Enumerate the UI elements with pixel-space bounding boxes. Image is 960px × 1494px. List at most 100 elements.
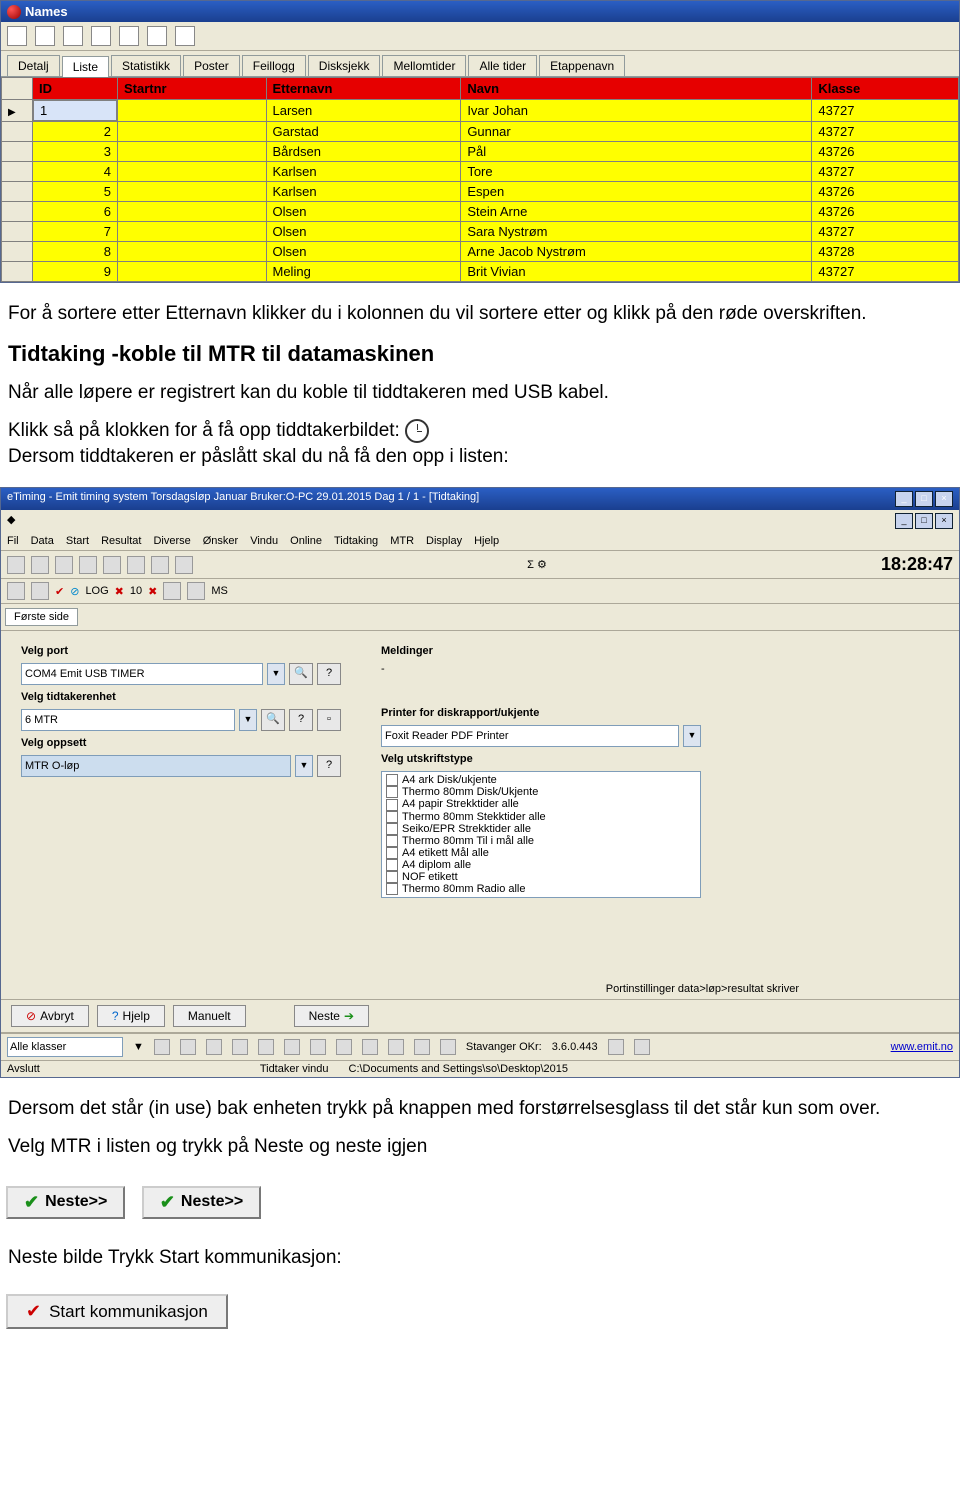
col-etternavn[interactable]: Etternavn (266, 78, 461, 100)
help-icon[interactable]: ? (317, 663, 341, 685)
status-icon[interactable] (180, 1039, 196, 1055)
print-icon[interactable] (35, 26, 55, 46)
extra-icon[interactable]: ▫ (317, 709, 341, 731)
chevron-down-icon[interactable]: ▼ (683, 725, 701, 747)
table-row[interactable]: 5KarlsenEspen43726 (2, 182, 959, 202)
chevron-down-icon[interactable]: ▼ (133, 1041, 144, 1053)
oppsett-select[interactable] (21, 755, 291, 777)
manuelt-button[interactable]: Manuelt (173, 1005, 246, 1027)
list-item[interactable]: Thermo 80mm Til i mål alle (384, 835, 698, 847)
mdi-max-icon[interactable]: □ (915, 513, 933, 529)
klasser-select[interactable] (7, 1037, 123, 1057)
table-row[interactable]: 7OlsenSara Nystrøm43727 (2, 222, 959, 242)
tab-detalj[interactable]: Detalj (7, 55, 60, 76)
tab-mellomtider[interactable]: Mellomtider (382, 55, 466, 76)
hjelp-button[interactable]: ?Hjelp (97, 1005, 165, 1027)
tab-etappenavn[interactable]: Etappenavn (539, 55, 625, 76)
table-row[interactable]: 9MelingBrit Vivian43727 (2, 262, 959, 282)
menu-display[interactable]: Display (426, 535, 462, 547)
menu-fil[interactable]: Fil (7, 535, 19, 547)
table-row[interactable]: 4KarlsenTore43727 (2, 162, 959, 182)
status-icon[interactable] (154, 1039, 170, 1055)
status-icon[interactable] (284, 1039, 300, 1055)
table-row[interactable]: 2GarstadGunnar43727 (2, 122, 959, 142)
status-icon[interactable] (206, 1039, 222, 1055)
list-item[interactable]: A4 diplom alle (384, 859, 698, 871)
list-item[interactable]: Thermo 80mm Radio alle (384, 883, 698, 895)
tb-icon[interactable] (187, 582, 205, 600)
table-row[interactable]: 8OlsenArne Jacob Nystrøm43728 (2, 242, 959, 262)
list-item[interactable]: Seiko/EPR Strekktider alle (384, 823, 698, 835)
list-item[interactable]: A4 ark Disk/ukjente (384, 774, 698, 786)
card-icon[interactable] (63, 26, 83, 46)
magnify-icon[interactable]: 🔍 (261, 709, 285, 731)
status-icon[interactable] (634, 1039, 650, 1055)
utskrift-list[interactable]: A4 ark Disk/ukjenteThermo 80mm Disk/Ukje… (381, 771, 701, 898)
help-icon[interactable]: ? (289, 709, 313, 731)
enhet-select[interactable] (21, 709, 235, 731)
status-icon[interactable] (388, 1039, 404, 1055)
menu-diverse[interactable]: Diverse (153, 535, 190, 547)
tb-icon[interactable] (79, 556, 97, 574)
tb-icon[interactable] (7, 556, 25, 574)
tb-icon[interactable] (175, 556, 193, 574)
tab-poster[interactable]: Poster (183, 55, 240, 76)
tb-icon[interactable] (31, 582, 49, 600)
list-item[interactable]: A4 papir Strekktider alle (384, 798, 698, 810)
menu-data[interactable]: Data (31, 535, 54, 547)
neste-button-1[interactable]: ✔Neste>> (6, 1186, 125, 1219)
tb-icon[interactable] (7, 582, 25, 600)
tab-disksjekk[interactable]: Disksjekk (308, 55, 381, 76)
mdi-close-icon[interactable]: × (935, 513, 953, 529)
emit-link[interactable]: www.emit.no (891, 1041, 953, 1053)
tab-alle tider[interactable]: Alle tider (468, 55, 537, 76)
status-icon[interactable] (362, 1039, 378, 1055)
table-row[interactable]: 1LarsenIvar Johan43727 (2, 100, 959, 122)
printer-select[interactable] (381, 725, 679, 747)
tab-first-page[interactable]: Første side (5, 608, 78, 626)
tb-icon[interactable] (127, 556, 145, 574)
save-icon[interactable] (7, 26, 27, 46)
chevron-down-icon[interactable]: ▼ (267, 663, 285, 685)
list-item[interactable]: A4 etikett Mål alle (384, 847, 698, 859)
tb-log[interactable]: LOG (85, 585, 108, 597)
menu-online[interactable]: Online (290, 535, 322, 547)
status-icon[interactable] (232, 1039, 248, 1055)
chevron-down-icon[interactable]: ▼ (239, 709, 257, 731)
tb-icon[interactable] (103, 556, 121, 574)
menu-tidtaking[interactable]: Tidtaking (334, 535, 378, 547)
status-icon[interactable] (258, 1039, 274, 1055)
menu-vindu[interactable]: Vindu (250, 535, 278, 547)
col-startnr[interactable]: Startnr (118, 78, 267, 100)
status-icon[interactable] (440, 1039, 456, 1055)
maximize-icon[interactable]: □ (915, 491, 933, 507)
menu-resultat[interactable]: Resultat (101, 535, 141, 547)
col-klasse[interactable]: Klasse (812, 78, 959, 100)
neste-button-2[interactable]: ✔Neste>> (142, 1186, 261, 1219)
list-item[interactable]: NOF etikett (384, 871, 698, 883)
neste-button[interactable]: Neste➔ (294, 1005, 369, 1027)
list-item[interactable]: Thermo 80mm Disk/Ukjente (384, 786, 698, 798)
col-id[interactable]: ID (33, 78, 118, 100)
tb-icon[interactable] (163, 582, 181, 600)
mail-icon[interactable] (91, 26, 111, 46)
mdi-min-icon[interactable]: _ (895, 513, 913, 529)
close-icon[interactable]: × (935, 491, 953, 507)
status-icon[interactable] (608, 1039, 624, 1055)
menu-hjelp[interactable]: Hjelp (474, 535, 499, 547)
menu-ønsker[interactable]: Ønsker (203, 535, 238, 547)
tab-statistikk[interactable]: Statistikk (111, 55, 181, 76)
user-icon[interactable] (119, 26, 139, 46)
table-row[interactable]: 3BårdsenPål43726 (2, 142, 959, 162)
table-row[interactable]: 6OlsenStein Arne43726 (2, 202, 959, 222)
minimize-icon[interactable]: _ (895, 491, 913, 507)
tb-icon[interactable] (31, 556, 49, 574)
magnify-icon[interactable]: 🔍 (289, 663, 313, 685)
status-icon[interactable] (310, 1039, 326, 1055)
tab-liste[interactable]: Liste (62, 56, 109, 77)
tb-ms[interactable]: MS (211, 585, 228, 597)
tool-icon[interactable] (147, 26, 167, 46)
chevron-down-icon[interactable]: ▼ (295, 755, 313, 777)
menu-start[interactable]: Start (66, 535, 89, 547)
help-icon[interactable]: ? (317, 755, 341, 777)
